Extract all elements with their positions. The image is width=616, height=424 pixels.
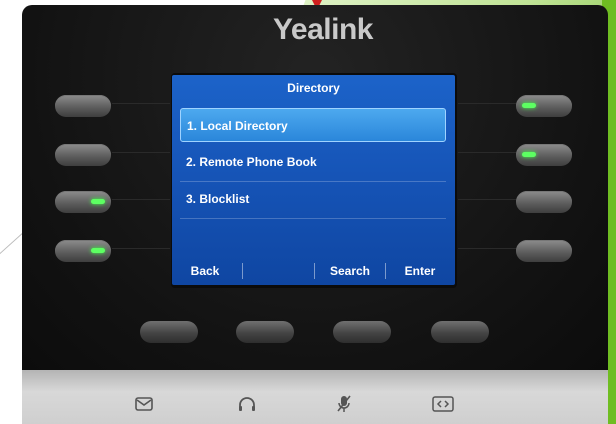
mute-icon[interactable] bbox=[334, 395, 354, 413]
line-key-right-4[interactable] bbox=[516, 240, 572, 262]
key-trace bbox=[112, 199, 170, 200]
softkey-divider bbox=[385, 263, 386, 279]
line-key-left-3[interactable] bbox=[55, 191, 111, 213]
message-icon[interactable] bbox=[134, 395, 154, 413]
screen-title: Directory bbox=[287, 81, 340, 95]
phone-body: Yealink Directory 1. Local Directory 2. … bbox=[22, 5, 608, 370]
softkey-divider bbox=[314, 263, 315, 279]
headset-icon[interactable] bbox=[237, 395, 257, 413]
led-indicator bbox=[522, 152, 536, 157]
menu-separator bbox=[180, 218, 446, 219]
key-trace bbox=[458, 248, 516, 249]
soft-button-4[interactable] bbox=[431, 321, 489, 343]
led-indicator bbox=[91, 248, 105, 253]
softkey-search[interactable]: Search bbox=[318, 257, 382, 285]
soft-button-3[interactable] bbox=[333, 321, 391, 343]
softkey-empty[interactable] bbox=[244, 257, 312, 285]
softkey-enter[interactable]: Enter bbox=[388, 257, 452, 285]
key-trace bbox=[112, 152, 170, 153]
key-trace bbox=[112, 248, 170, 249]
line-key-right-3[interactable] bbox=[516, 191, 572, 213]
led-indicator bbox=[522, 103, 536, 108]
key-trace bbox=[458, 152, 516, 153]
menu-item-blocklist[interactable]: 3. Blocklist bbox=[180, 182, 446, 216]
menu-item-local-directory[interactable]: 1. Local Directory bbox=[180, 108, 446, 142]
line-key-right-1[interactable] bbox=[516, 95, 572, 117]
key-trace bbox=[458, 103, 516, 104]
transfer-icon[interactable] bbox=[432, 395, 454, 413]
menu-item-remote-phone-book[interactable]: 2. Remote Phone Book bbox=[180, 145, 446, 179]
softkey-back[interactable]: Back bbox=[176, 257, 234, 285]
key-trace bbox=[112, 103, 170, 104]
line-key-left-1[interactable] bbox=[55, 95, 111, 117]
led-indicator bbox=[91, 199, 105, 204]
key-trace bbox=[458, 199, 516, 200]
slide-stage: Yealink Directory 1. Local Directory 2. … bbox=[0, 0, 616, 424]
line-key-right-2[interactable] bbox=[516, 144, 572, 166]
softkey-divider bbox=[242, 263, 243, 279]
lcd-screen: Directory 1. Local Directory 2. Remote P… bbox=[172, 75, 455, 285]
softkey-bar: Back Search Enter bbox=[172, 257, 455, 285]
brand-logo: Yealink bbox=[273, 13, 373, 46]
soft-button-2[interactable] bbox=[236, 321, 294, 343]
line-key-left-4[interactable] bbox=[55, 240, 111, 262]
line-key-left-2[interactable] bbox=[55, 144, 111, 166]
soft-button-1[interactable] bbox=[140, 321, 198, 343]
feature-key-panel bbox=[22, 370, 608, 424]
